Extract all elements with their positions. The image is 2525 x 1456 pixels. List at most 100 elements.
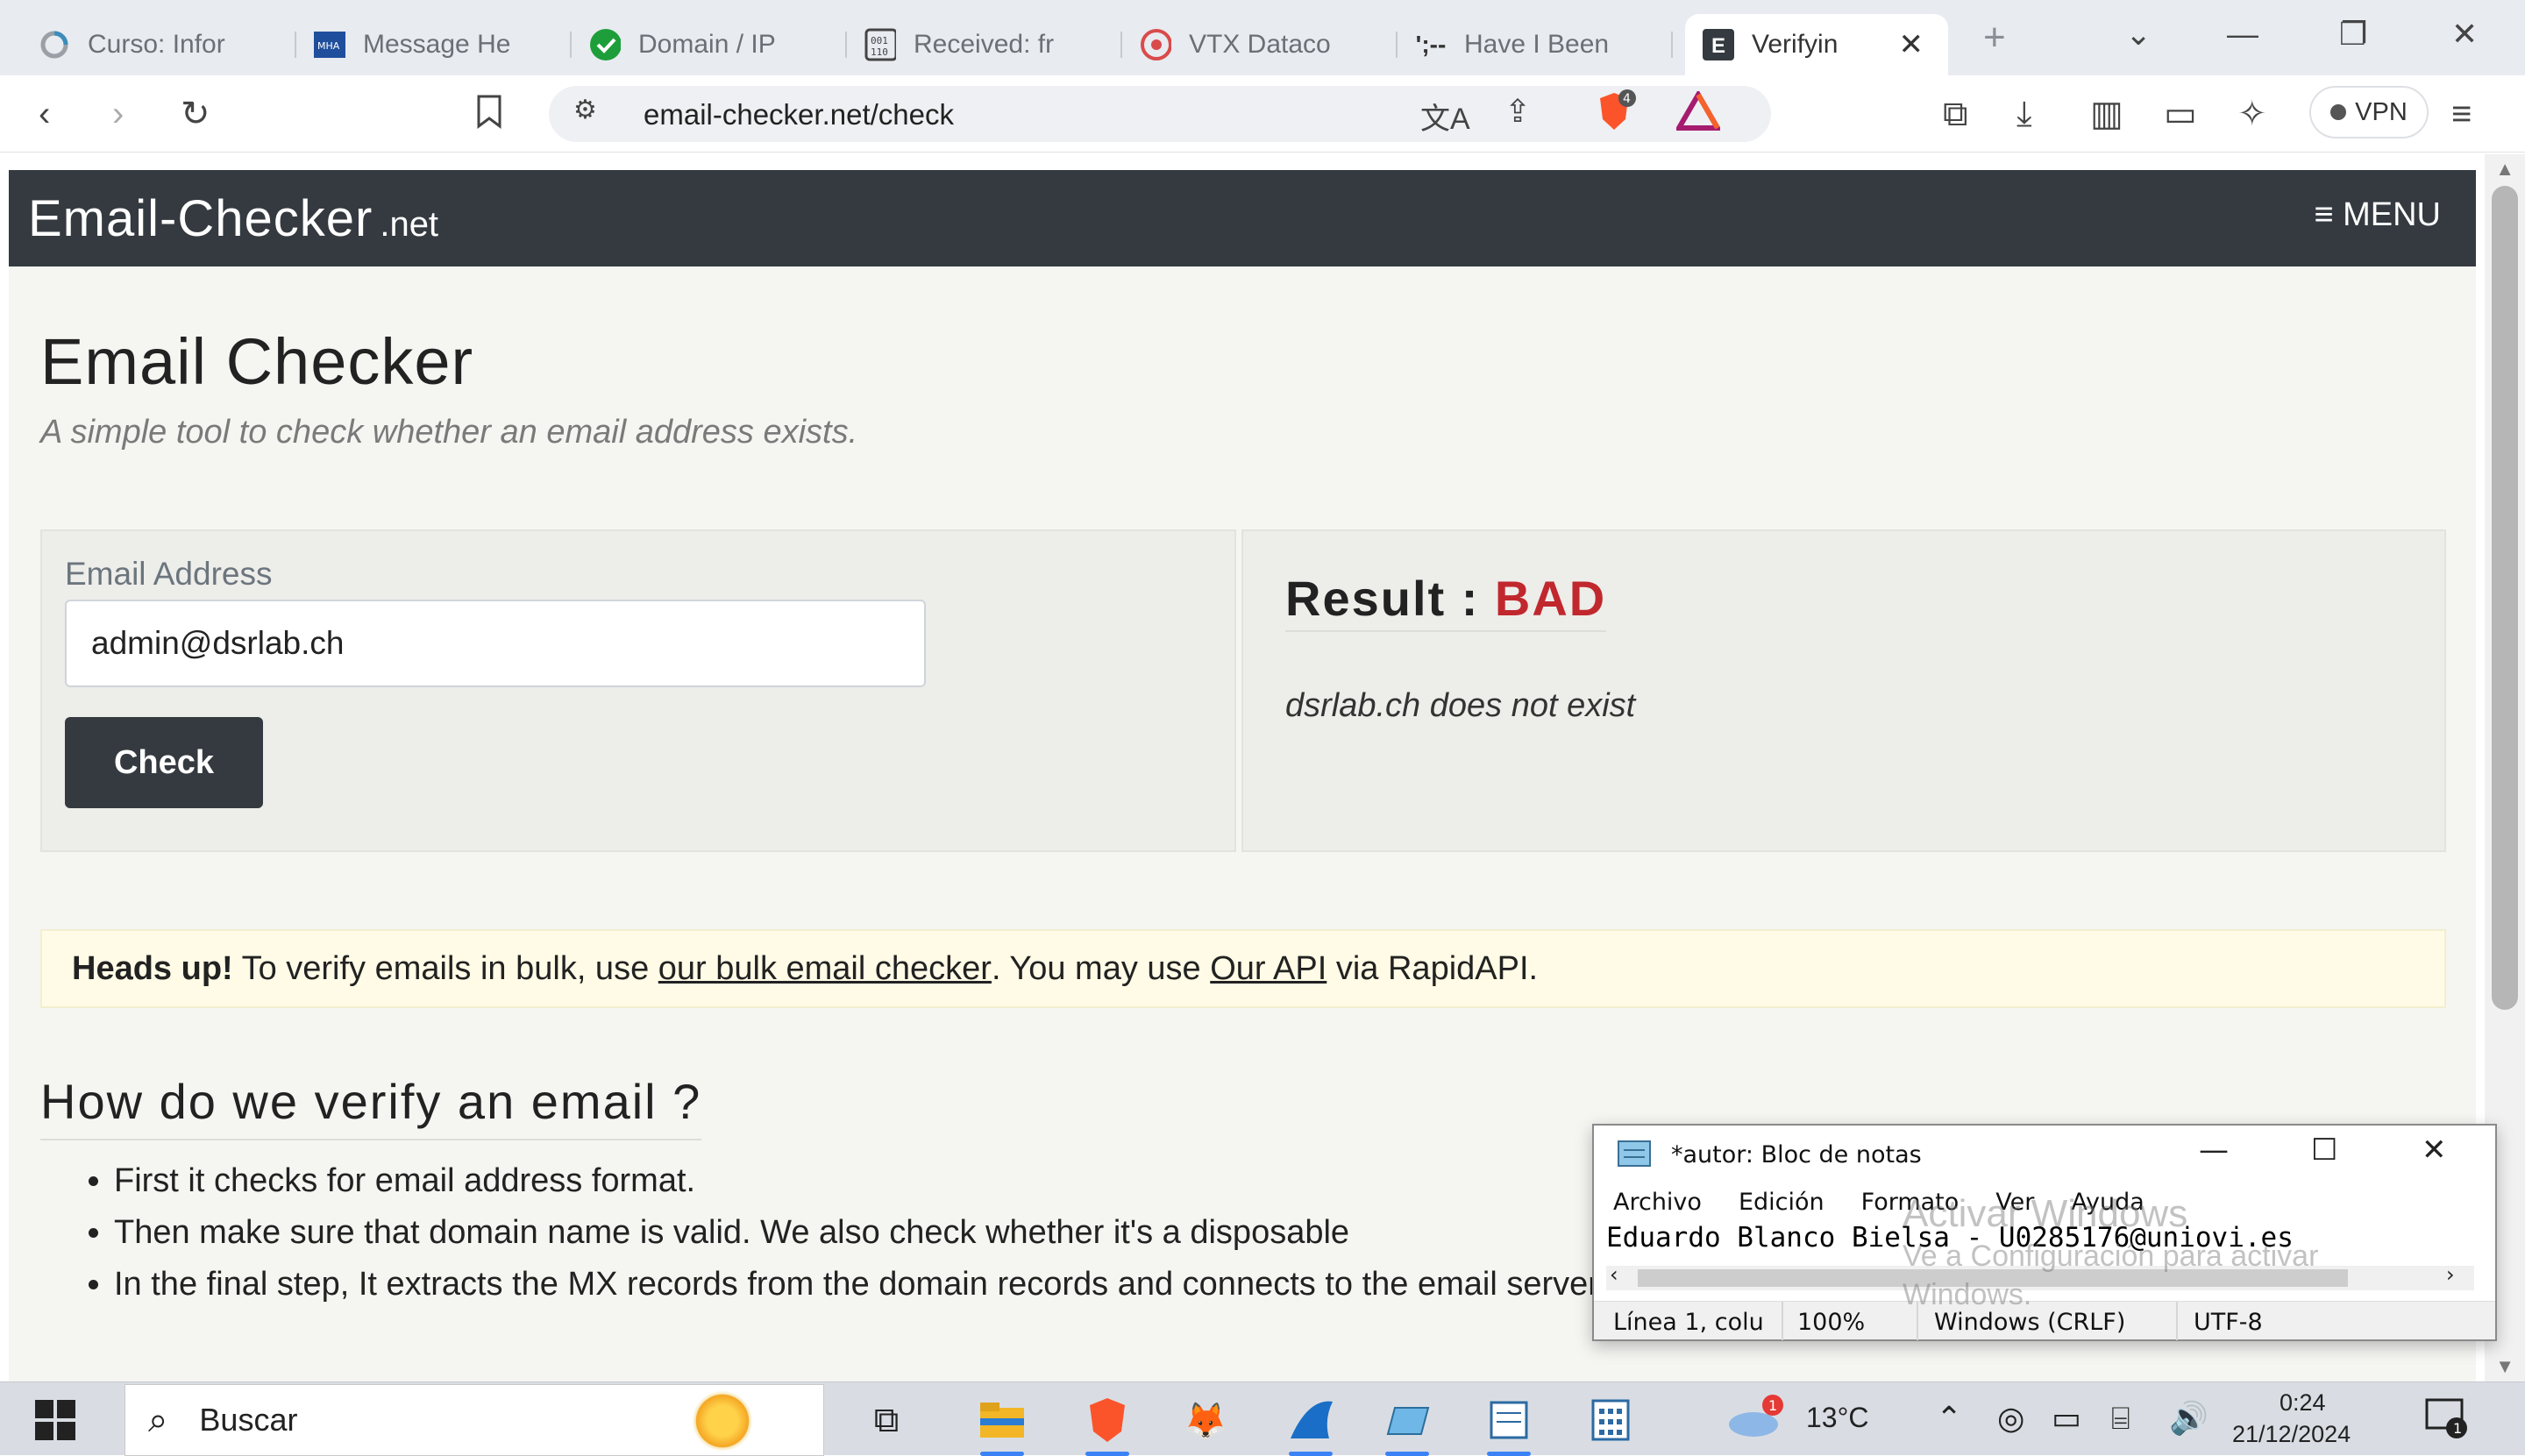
e-favicon-icon: E	[1703, 29, 1734, 60]
minimize-icon[interactable]: —	[2227, 16, 2258, 53]
alert-text: . You may use	[991, 949, 1211, 987]
svg-text:110: 110	[871, 46, 888, 58]
browser-toolbar: ‹ › ↻ ⚙ email-checker.net/check 文A ⇪ 4 ⧉…	[0, 75, 2525, 153]
divider	[2176, 1302, 2178, 1340]
notepad-taskbar-icon[interactable]	[1483, 1395, 1534, 1456]
taskbar-search[interactable]: ⌕ Buscar	[124, 1384, 824, 1456]
check-button[interactable]: Check	[65, 717, 263, 808]
vpn-status-icon	[2330, 104, 2347, 120]
vtx-icon	[1140, 29, 1171, 60]
clock-date[interactable]: 21/12/2024	[2232, 1421, 2351, 1448]
tab-title: Curso: Infor	[88, 30, 225, 59]
notepad-title: *autor: Bloc de notas	[1671, 1141, 1922, 1168]
alert-text: via RapidAPI.	[1327, 949, 1539, 987]
tab-title: Message He	[363, 30, 511, 59]
tab-message-header[interactable]: MHA Message He	[296, 14, 572, 75]
divider	[1782, 1302, 1783, 1340]
extensions-icon[interactable]: ⧉	[1943, 93, 1968, 135]
meet-now-icon[interactable]: ◎	[1997, 1400, 2024, 1437]
download-icon[interactable]: ⤓	[2016, 93, 2032, 135]
calculator-icon[interactable]	[1585, 1395, 1636, 1445]
chevron-down-icon[interactable]: ⌄	[2125, 16, 2152, 53]
url-text[interactable]: email-checker.net/check	[644, 98, 954, 131]
new-tab-icon[interactable]: +	[1983, 16, 2006, 60]
spinner-icon	[39, 29, 70, 60]
result-status: BAD	[1494, 571, 1607, 626]
notifications-icon[interactable]: 1	[2423, 1395, 2469, 1448]
notepad-icon	[1617, 1138, 1654, 1173]
reload-icon[interactable]: ↻	[181, 93, 210, 135]
battery-icon[interactable]: ▭	[2052, 1400, 2081, 1437]
tab-vtx[interactable]: VTX Dataco	[1122, 14, 1398, 75]
scroll-left-icon[interactable]: ‹	[1610, 1262, 1618, 1287]
check-shield-icon	[589, 29, 621, 60]
site-logo[interactable]: Email-Checker .net	[28, 189, 438, 248]
bookmark-icon[interactable]	[473, 93, 505, 141]
close-tab-icon[interactable]: ✕	[1899, 27, 1924, 62]
share-icon[interactable]: ⇪	[1504, 93, 1531, 130]
menu-archivo[interactable]: Archivo	[1613, 1189, 1702, 1216]
result-label: Result :	[1285, 571, 1495, 626]
vpn-label: VPN	[2355, 97, 2408, 126]
app-fox-icon[interactable]: 🦊	[1180, 1395, 1231, 1445]
minimize-icon[interactable]: —	[2199, 1133, 2229, 1168]
tab-verifying[interactable]: E Verifyin ✕	[1685, 14, 1948, 75]
tab-received[interactable]: 001 110 Received: fr	[847, 14, 1122, 75]
app-blue-icon[interactable]	[1382, 1395, 1433, 1456]
notepad-statusbar: Línea 1, colu 100% Windows (CRLF) UTF-8	[1594, 1301, 2495, 1340]
file-explorer-icon[interactable]	[977, 1395, 1028, 1456]
task-view-icon[interactable]: ⧉	[861, 1395, 912, 1445]
forward-icon[interactable]: ›	[112, 93, 124, 135]
menu-button[interactable]: ≡ MENU	[2314, 196, 2441, 234]
page-title: Email Checker	[40, 325, 474, 398]
windows-start-icon[interactable]	[35, 1400, 75, 1440]
search-icon: ⌕	[148, 1400, 168, 1439]
binary-icon: 001 110	[864, 28, 896, 61]
bulk-checker-link[interactable]: our bulk email checker	[658, 950, 992, 988]
scroll-down-icon[interactable]: ▼	[2495, 1355, 2514, 1378]
api-link[interactable]: Our API	[1210, 950, 1327, 988]
translate-icon[interactable]: 文A	[1420, 95, 1470, 138]
line-endings: Windows (CRLF)	[1934, 1309, 2126, 1336]
tab-title: Verifyin	[1752, 30, 1839, 59]
email-input[interactable]	[65, 600, 926, 687]
chevron-up-icon[interactable]: ⌃	[1936, 1400, 1962, 1437]
result-card: Result : BAD dsrlab.ch does not exist	[1241, 529, 2446, 852]
wallet-icon[interactable]: ▭	[2164, 93, 2197, 135]
site-settings-icon[interactable]: ⚙	[573, 95, 597, 125]
volume-icon[interactable]: 🔊	[2169, 1400, 2208, 1437]
weather-temperature[interactable]: 13°C	[1806, 1402, 1869, 1434]
back-icon[interactable]: ‹	[39, 93, 50, 135]
close-icon[interactable]: ✕	[2422, 1133, 2447, 1168]
result-heading: Result : BAD	[1285, 570, 1607, 632]
zoom-level: 100%	[1797, 1309, 1866, 1336]
restore-icon[interactable]: ❐	[2339, 16, 2367, 53]
scroll-right-icon[interactable]: ›	[2446, 1262, 2455, 1287]
how-heading: How do we verify an email ?	[40, 1073, 702, 1140]
site-navbar: Email-Checker .net ≡ MENU	[9, 170, 2476, 266]
wireshark-icon[interactable]	[1285, 1395, 1336, 1456]
brave-browser-icon[interactable]	[1082, 1395, 1133, 1456]
sidebar-icon[interactable]: ▥	[2090, 93, 2123, 135]
brave-rewards-icon[interactable]	[1674, 89, 1723, 141]
clock-time[interactable]: 0:24	[2280, 1389, 2326, 1417]
address-bar[interactable]: ⚙ email-checker.net/check 文A ⇪	[549, 86, 1771, 142]
brave-shields-icon[interactable]: 4	[1592, 89, 1636, 143]
vpn-button[interactable]: VPN	[2309, 86, 2429, 138]
network-icon[interactable]: ⌸	[2111, 1400, 2130, 1438]
alert-text: To verify emails in bulk, use	[232, 949, 658, 987]
tab-curso[interactable]: Curso: Infor	[21, 14, 296, 75]
email-label: Email Address	[65, 556, 273, 592]
notification-count: 1	[2453, 1420, 2462, 1437]
tab-have-i-been-pwned[interactable]: ';-- Have I Been	[1398, 14, 1673, 75]
weather-icon[interactable]: 1	[1724, 1393, 1785, 1450]
close-window-icon[interactable]: ✕	[2451, 16, 2478, 53]
scroll-up-icon[interactable]: ▲	[2495, 158, 2514, 181]
maximize-icon[interactable]: ☐	[2311, 1133, 2337, 1168]
svg-text:001: 001	[871, 35, 888, 46]
menu-edicion[interactable]: Edición	[1739, 1189, 1824, 1216]
tab-domain-ip[interactable]: Domain / IP	[572, 14, 847, 75]
scrollbar-thumb[interactable]	[2492, 186, 2518, 1010]
leo-ai-icon[interactable]: ✧	[2237, 93, 2267, 135]
hamburger-menu-icon[interactable]: ≡	[2451, 93, 2472, 135]
